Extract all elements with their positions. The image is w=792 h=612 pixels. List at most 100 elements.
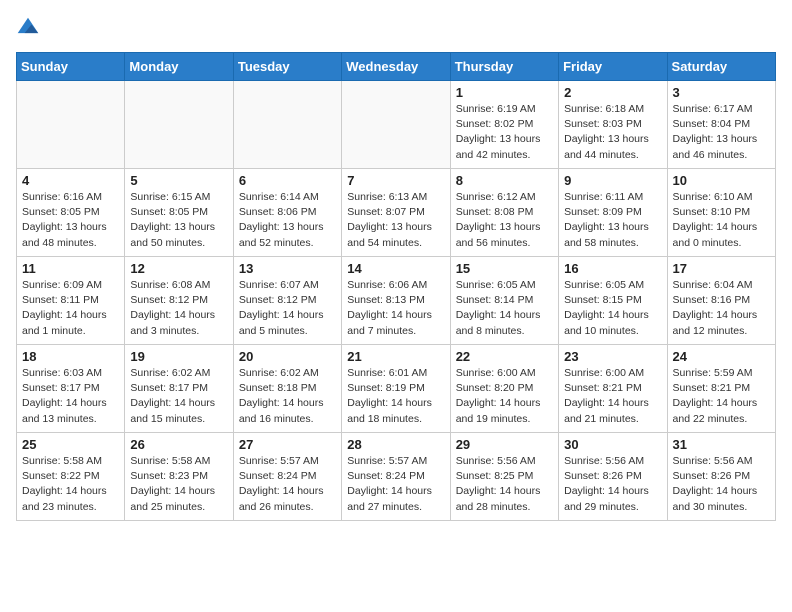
- calendar-cell: 11 Sunrise: 6:09 AMSunset: 8:11 PMDayligh…: [17, 257, 125, 345]
- calendar-cell: 22 Sunrise: 6:00 AMSunset: 8:20 PMDayligh…: [450, 345, 558, 433]
- day-number: 5: [130, 173, 227, 188]
- weekday-header-friday: Friday: [559, 53, 667, 81]
- day-info: Sunrise: 6:16 AMSunset: 8:05 PMDaylight:…: [22, 190, 119, 251]
- calendar-cell: 19 Sunrise: 6:02 AMSunset: 8:17 PMDayligh…: [125, 345, 233, 433]
- calendar-cell: [125, 81, 233, 169]
- calendar-cell: 31 Sunrise: 5:56 AMSunset: 8:26 PMDayligh…: [667, 433, 775, 521]
- weekday-header-saturday: Saturday: [667, 53, 775, 81]
- calendar-cell: 7 Sunrise: 6:13 AMSunset: 8:07 PMDaylight…: [342, 169, 450, 257]
- day-number: 22: [456, 349, 553, 364]
- day-info: Sunrise: 5:58 AMSunset: 8:22 PMDaylight:…: [22, 454, 119, 515]
- day-number: 11: [22, 261, 119, 276]
- weekday-header-row: SundayMondayTuesdayWednesdayThursdayFrid…: [17, 53, 776, 81]
- day-info: Sunrise: 6:07 AMSunset: 8:12 PMDaylight:…: [239, 278, 336, 339]
- calendar-cell: 13 Sunrise: 6:07 AMSunset: 8:12 PMDayligh…: [233, 257, 341, 345]
- week-row-3: 11 Sunrise: 6:09 AMSunset: 8:11 PMDayligh…: [17, 257, 776, 345]
- day-number: 20: [239, 349, 336, 364]
- week-row-2: 4 Sunrise: 6:16 AMSunset: 8:05 PMDaylight…: [17, 169, 776, 257]
- day-number: 31: [673, 437, 770, 452]
- calendar-cell: 9 Sunrise: 6:11 AMSunset: 8:09 PMDaylight…: [559, 169, 667, 257]
- day-info: Sunrise: 6:03 AMSunset: 8:17 PMDaylight:…: [22, 366, 119, 427]
- week-row-4: 18 Sunrise: 6:03 AMSunset: 8:17 PMDayligh…: [17, 345, 776, 433]
- day-info: Sunrise: 5:58 AMSunset: 8:23 PMDaylight:…: [130, 454, 227, 515]
- calendar-cell: [233, 81, 341, 169]
- calendar-cell: [342, 81, 450, 169]
- calendar-cell: 6Sunrise: 6:14 AMSunset: 8:06 PMDaylight…: [233, 169, 341, 257]
- day-info: Sunrise: 6:02 AMSunset: 8:17 PMDaylight:…: [130, 366, 227, 427]
- day-number: 3: [673, 85, 770, 100]
- day-number: 30: [564, 437, 661, 452]
- day-info: Sunrise: 6:06 AMSunset: 8:13 PMDaylight:…: [347, 278, 444, 339]
- day-number: 17: [673, 261, 770, 276]
- weekday-header-sunday: Sunday: [17, 53, 125, 81]
- day-info: Sunrise: 5:57 AMSunset: 8:24 PMDaylight:…: [347, 454, 444, 515]
- day-info: Sunrise: 6:04 AMSunset: 8:16 PMDaylight:…: [673, 278, 770, 339]
- day-number: 10: [673, 173, 770, 188]
- calendar-cell: 10 Sunrise: 6:10 AMSunset: 8:10 PMDayligh…: [667, 169, 775, 257]
- day-number: 7: [347, 173, 444, 188]
- day-number: 19: [130, 349, 227, 364]
- day-info: Sunrise: 6:05 AMSunset: 8:14 PMDaylight:…: [456, 278, 553, 339]
- logo-icon: [16, 16, 40, 40]
- day-info: Sunrise: 6:09 AMSunset: 8:11 PMDaylight:…: [22, 278, 119, 339]
- calendar-cell: 28 Sunrise: 5:57 AMSunset: 8:24 PMDayligh…: [342, 433, 450, 521]
- day-info: Sunrise: 6:02 AMSunset: 8:18 PMDaylight:…: [239, 366, 336, 427]
- day-info: Sunrise: 5:56 AMSunset: 8:26 PMDaylight:…: [673, 454, 770, 515]
- day-number: 18: [22, 349, 119, 364]
- calendar-cell: 3 Sunrise: 6:17 AMSunset: 8:04 PMDaylight…: [667, 81, 775, 169]
- day-info: Sunrise: 5:59 AMSunset: 8:21 PMDaylight:…: [673, 366, 770, 427]
- calendar-cell: 5 Sunrise: 6:15 AMSunset: 8:05 PMDaylight…: [125, 169, 233, 257]
- day-number: 14: [347, 261, 444, 276]
- day-info: Sunrise: 6:10 AMSunset: 8:10 PMDaylight:…: [673, 190, 770, 251]
- day-number: 4: [22, 173, 119, 188]
- calendar-cell: 2Sunrise: 6:18 AMSunset: 8:03 PMDaylight…: [559, 81, 667, 169]
- week-row-1: 1 Sunrise: 6:19 AMSunset: 8:02 PMDaylight…: [17, 81, 776, 169]
- week-row-5: 25Sunrise: 5:58 AMSunset: 8:22 PMDayligh…: [17, 433, 776, 521]
- calendar-cell: 23 Sunrise: 6:00 AMSunset: 8:21 PMDayligh…: [559, 345, 667, 433]
- calendar-cell: 8Sunrise: 6:12 AMSunset: 8:08 PMDaylight…: [450, 169, 558, 257]
- day-number: 16: [564, 261, 661, 276]
- calendar-cell: 21Sunrise: 6:01 AMSunset: 8:19 PMDayligh…: [342, 345, 450, 433]
- calendar-cell: 25Sunrise: 5:58 AMSunset: 8:22 PMDayligh…: [17, 433, 125, 521]
- day-number: 1: [456, 85, 553, 100]
- day-info: Sunrise: 6:11 AMSunset: 8:09 PMDaylight:…: [564, 190, 661, 251]
- day-info: Sunrise: 6:18 AMSunset: 8:03 PMDaylight:…: [564, 102, 661, 163]
- day-number: 6: [239, 173, 336, 188]
- day-info: Sunrise: 6:00 AMSunset: 8:20 PMDaylight:…: [456, 366, 553, 427]
- logo: [16, 16, 44, 40]
- calendar-cell: 17 Sunrise: 6:04 AMSunset: 8:16 PMDayligh…: [667, 257, 775, 345]
- calendar-cell: 14 Sunrise: 6:06 AMSunset: 8:13 PMDayligh…: [342, 257, 450, 345]
- calendar-cell: 20 Sunrise: 6:02 AMSunset: 8:18 PMDayligh…: [233, 345, 341, 433]
- day-number: 13: [239, 261, 336, 276]
- day-number: 9: [564, 173, 661, 188]
- day-number: 23: [564, 349, 661, 364]
- day-number: 26: [130, 437, 227, 452]
- day-number: 28: [347, 437, 444, 452]
- weekday-header-monday: Monday: [125, 53, 233, 81]
- day-info: Sunrise: 6:19 AMSunset: 8:02 PMDaylight:…: [456, 102, 553, 163]
- calendar-cell: 27Sunrise: 5:57 AMSunset: 8:24 PMDayligh…: [233, 433, 341, 521]
- day-info: Sunrise: 5:57 AMSunset: 8:24 PMDaylight:…: [239, 454, 336, 515]
- calendar-cell: 18 Sunrise: 6:03 AMSunset: 8:17 PMDayligh…: [17, 345, 125, 433]
- calendar-cell: 1 Sunrise: 6:19 AMSunset: 8:02 PMDaylight…: [450, 81, 558, 169]
- day-info: Sunrise: 6:08 AMSunset: 8:12 PMDaylight:…: [130, 278, 227, 339]
- day-info: Sunrise: 6:00 AMSunset: 8:21 PMDaylight:…: [564, 366, 661, 427]
- day-info: Sunrise: 5:56 AMSunset: 8:25 PMDaylight:…: [456, 454, 553, 515]
- day-info: Sunrise: 5:56 AMSunset: 8:26 PMDaylight:…: [564, 454, 661, 515]
- calendar-cell: 12 Sunrise: 6:08 AMSunset: 8:12 PMDayligh…: [125, 257, 233, 345]
- day-number: 21: [347, 349, 444, 364]
- day-info: Sunrise: 6:17 AMSunset: 8:04 PMDaylight:…: [673, 102, 770, 163]
- calendar-cell: 26 Sunrise: 5:58 AMSunset: 8:23 PMDayligh…: [125, 433, 233, 521]
- calendar-cell: 4 Sunrise: 6:16 AMSunset: 8:05 PMDaylight…: [17, 169, 125, 257]
- day-number: 15: [456, 261, 553, 276]
- calendar-cell: [17, 81, 125, 169]
- day-info: Sunrise: 6:13 AMSunset: 8:07 PMDaylight:…: [347, 190, 444, 251]
- calendar-cell: 15 Sunrise: 6:05 AMSunset: 8:14 PMDayligh…: [450, 257, 558, 345]
- calendar-cell: 24Sunrise: 5:59 AMSunset: 8:21 PMDayligh…: [667, 345, 775, 433]
- day-number: 12: [130, 261, 227, 276]
- day-info: Sunrise: 6:05 AMSunset: 8:15 PMDaylight:…: [564, 278, 661, 339]
- day-info: Sunrise: 6:15 AMSunset: 8:05 PMDaylight:…: [130, 190, 227, 251]
- day-number: 29: [456, 437, 553, 452]
- day-number: 8: [456, 173, 553, 188]
- page-header: [16, 16, 776, 40]
